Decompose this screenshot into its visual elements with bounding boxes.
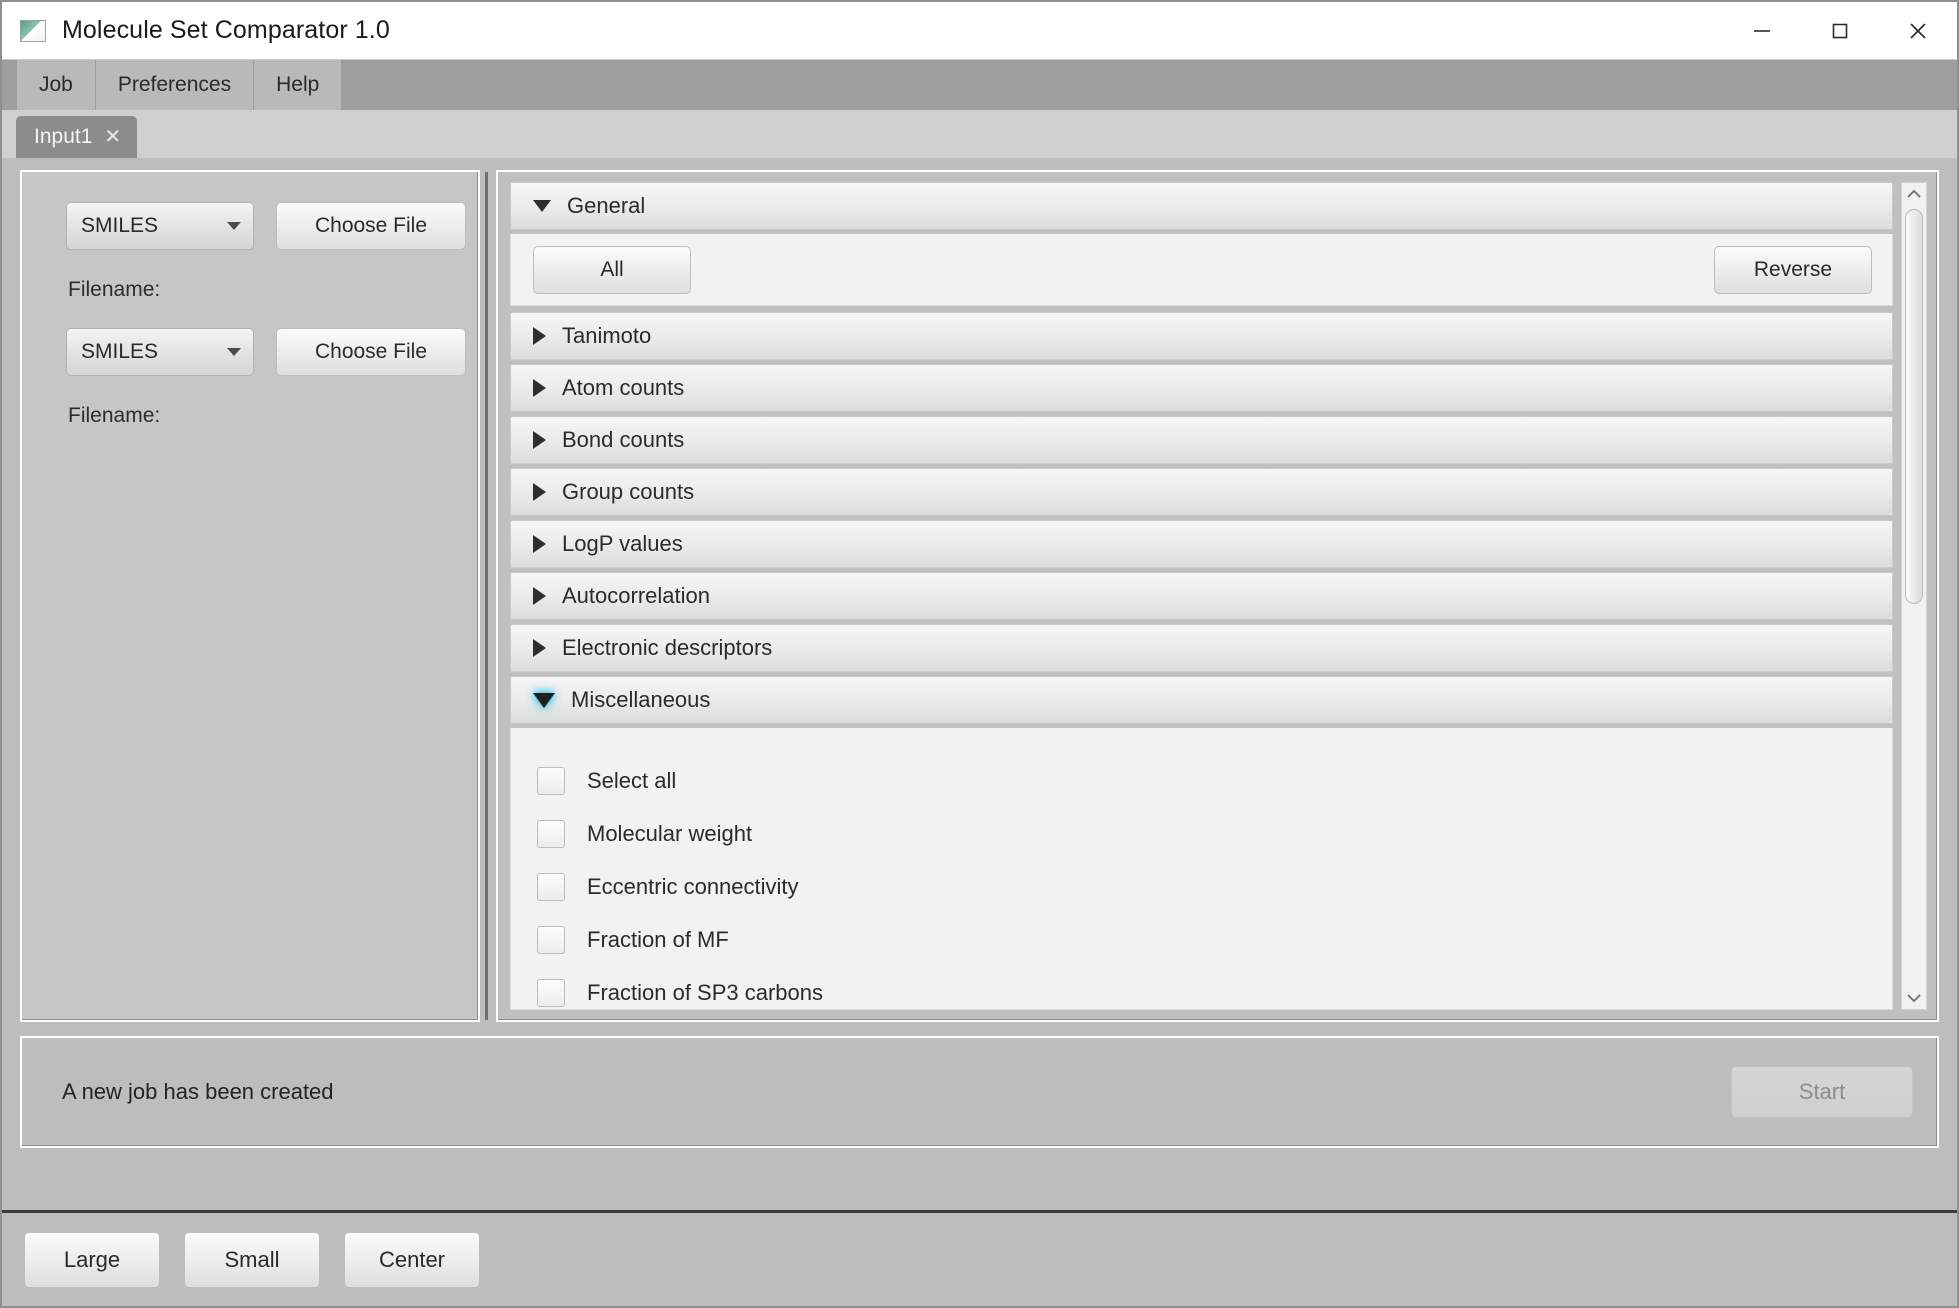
chevron-right-icon xyxy=(533,535,546,553)
checkbox-row-molecular-weight[interactable]: Molecular weight xyxy=(511,807,1892,860)
section-header-general[interactable]: General xyxy=(510,182,1893,230)
filename-label-1: Filename: xyxy=(68,278,161,301)
choose-file-button-1[interactable]: Choose File xyxy=(276,202,466,250)
checkbox-label: Molecular weight xyxy=(587,820,753,846)
center-button[interactable]: Center xyxy=(344,1231,480,1288)
section-label: Autocorrelation xyxy=(562,583,710,608)
chevron-down-icon xyxy=(533,200,551,212)
status-bar: A new job has been created Start xyxy=(20,1036,1939,1148)
status-message: A new job has been created xyxy=(62,1079,334,1104)
section-header-miscellaneous[interactable]: Miscellaneous xyxy=(510,676,1893,724)
bottom-toolbar: Large Small Center xyxy=(2,1210,1957,1306)
vertical-scrollbar[interactable] xyxy=(1901,182,1927,1010)
menu-item-job[interactable]: Job xyxy=(16,60,96,110)
tab-label: Input1 xyxy=(34,125,93,148)
chevron-down-icon xyxy=(533,692,555,708)
checkbox-label: Eccentric connectivity xyxy=(587,873,799,899)
window-controls xyxy=(1723,2,1957,60)
section-label: Tanimoto xyxy=(562,323,652,348)
checkbox-row-fraction-of-sp3-carbons[interactable]: Fraction of SP3 carbons xyxy=(511,966,1892,1009)
section-header-group-counts[interactable]: Group counts xyxy=(510,468,1893,516)
chevron-down-icon xyxy=(227,222,241,230)
chevron-right-icon xyxy=(533,379,546,397)
descriptor-scroll-area: General All Reverse Tanimoto Atom counts xyxy=(510,182,1893,1010)
chevron-right-icon xyxy=(533,327,546,345)
tab-close-icon[interactable]: ✕ xyxy=(104,127,121,147)
checkbox-icon[interactable] xyxy=(537,978,565,1007)
content-area: SMILES Choose File Filename: SMILES Choo… xyxy=(2,158,1957,1210)
menu-item-preferences[interactable]: Preferences xyxy=(95,60,255,110)
section-label-miscellaneous: Miscellaneous xyxy=(571,687,711,712)
chevron-down-icon xyxy=(227,348,241,356)
section-label: LogP values xyxy=(562,531,683,556)
checkbox-icon[interactable] xyxy=(537,872,565,901)
section-header-bond-counts[interactable]: Bond counts xyxy=(510,416,1893,464)
scrollbar-thumb[interactable] xyxy=(1905,209,1923,604)
window-title: Molecule Set Comparator 1.0 xyxy=(62,16,390,44)
app-logo-icon xyxy=(20,19,46,42)
section-header-tanimoto[interactable]: Tanimoto xyxy=(510,312,1893,360)
start-button[interactable]: Start xyxy=(1731,1066,1913,1118)
chevron-right-icon xyxy=(533,587,546,605)
panels-row: SMILES Choose File Filename: SMILES Choo… xyxy=(20,170,1939,1022)
section-header-autocorrelation[interactable]: Autocorrelation xyxy=(510,572,1893,620)
section-label: Electronic descriptors xyxy=(562,635,773,660)
chevron-right-icon xyxy=(533,483,546,501)
checkbox-label: Fraction of MF xyxy=(587,926,729,952)
input-panel: SMILES Choose File Filename: SMILES Choo… xyxy=(20,170,488,1022)
checkbox-label: Select all xyxy=(587,767,677,793)
section-label: Bond counts xyxy=(562,427,685,452)
section-header-logp-values[interactable]: LogP values xyxy=(510,520,1893,568)
input-row-1: SMILES Choose File xyxy=(66,202,478,250)
checkbox-label: Fraction of SP3 carbons xyxy=(587,979,824,1005)
checkbox-icon[interactable] xyxy=(537,819,565,848)
checkbox-icon[interactable] xyxy=(537,925,565,954)
body-spacer xyxy=(20,1148,1939,1160)
small-button[interactable]: Small xyxy=(184,1231,320,1288)
format-select-1[interactable]: SMILES xyxy=(66,202,254,250)
reverse-selection-button[interactable]: Reverse xyxy=(1714,245,1872,294)
checkbox-row-eccentric-connectivity[interactable]: Eccentric connectivity xyxy=(511,860,1892,913)
title-bar: Molecule Set Comparator 1.0 xyxy=(2,2,1957,60)
section-label: Group counts xyxy=(562,479,695,504)
checkbox-row-select-all[interactable]: Select all xyxy=(511,754,1892,807)
chevron-right-icon xyxy=(533,431,546,449)
chevron-right-icon xyxy=(533,639,546,657)
format-select-1-value: SMILES xyxy=(81,214,159,237)
section-header-electronic-descriptors[interactable]: Electronic descriptors xyxy=(510,624,1893,672)
chevron-down-icon[interactable] xyxy=(1905,987,1923,1009)
minimize-icon[interactable] xyxy=(1723,2,1801,60)
checkbox-icon[interactable] xyxy=(537,766,565,795)
general-section-body: All Reverse xyxy=(510,234,1893,306)
menu-item-help[interactable]: Help xyxy=(254,60,343,110)
close-icon[interactable] xyxy=(1879,2,1957,60)
section-label-general: General xyxy=(567,193,646,218)
descriptor-panel: General All Reverse Tanimoto Atom counts xyxy=(496,170,1939,1022)
section-label: Atom counts xyxy=(562,375,685,400)
filename-label-2: Filename: xyxy=(68,404,161,427)
format-select-2-value: SMILES xyxy=(81,340,159,363)
application-window: Molecule Set Comparator 1.0 Job Preferen… xyxy=(0,0,1959,1308)
scrollbar-track[interactable] xyxy=(1902,205,1926,987)
tab-strip: Input1 ✕ xyxy=(2,110,1957,158)
miscellaneous-section-body: Select all Molecular weight Eccentric co… xyxy=(510,728,1893,1010)
chevron-up-icon[interactable] xyxy=(1905,183,1923,205)
choose-file-button-2[interactable]: Choose File xyxy=(276,328,466,376)
menu-bar: Job Preferences Help xyxy=(2,60,1957,110)
select-all-button[interactable]: All xyxy=(533,245,691,294)
checkbox-row-fraction-of-mf[interactable]: Fraction of MF xyxy=(511,913,1892,966)
section-header-atom-counts[interactable]: Atom counts xyxy=(510,364,1893,412)
tab-input1[interactable]: Input1 ✕ xyxy=(16,116,138,158)
format-select-2[interactable]: SMILES xyxy=(66,328,254,376)
input-row-2: SMILES Choose File xyxy=(66,328,478,376)
large-button[interactable]: Large xyxy=(24,1231,160,1288)
maximize-icon[interactable] xyxy=(1801,2,1879,60)
